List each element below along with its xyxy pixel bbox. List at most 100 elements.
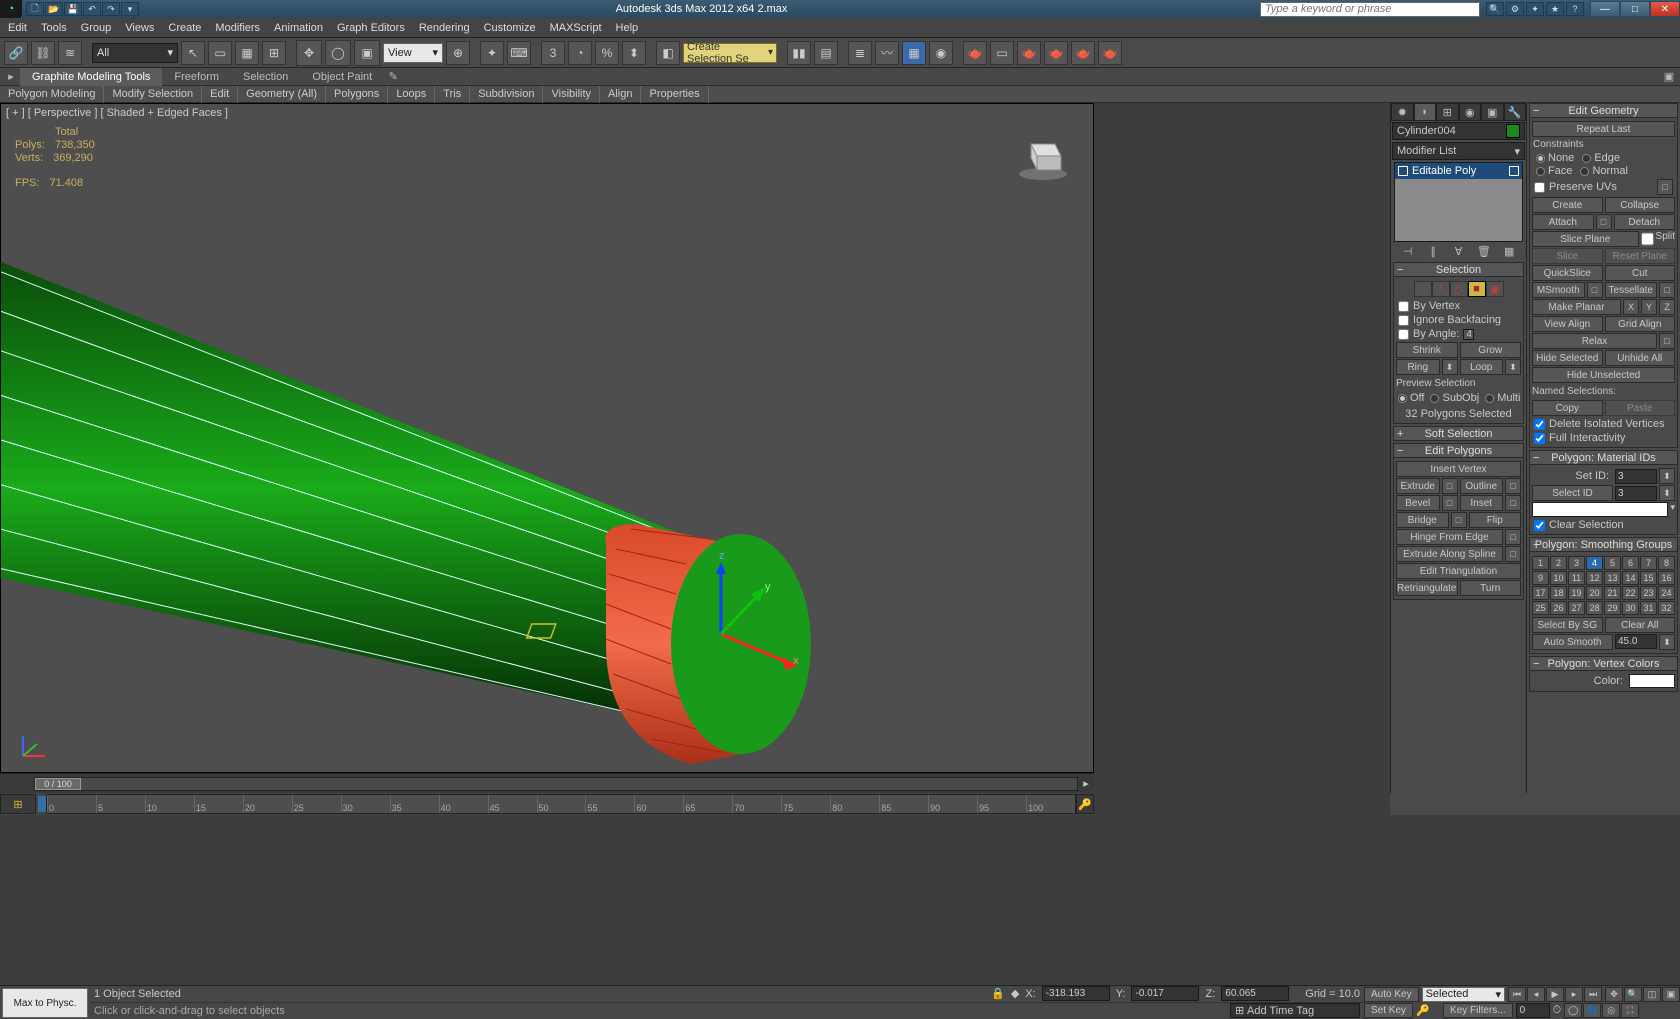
by-angle-field[interactable] — [1463, 329, 1474, 340]
set-id-spin-icon[interactable]: ⬍ — [1659, 468, 1675, 484]
bridge-button[interactable]: Bridge — [1396, 512, 1449, 528]
keymode-icon[interactable]: ⌨ — [507, 41, 531, 65]
sg-7[interactable]: 7 — [1640, 556, 1657, 570]
sg-26[interactable]: 26 — [1550, 601, 1567, 615]
qat-redo-icon[interactable]: ↷ — [102, 2, 120, 16]
sg-16[interactable]: 16 — [1658, 571, 1675, 585]
sg-32[interactable]: 32 — [1658, 601, 1675, 615]
bridge-settings-icon[interactable]: □ — [1451, 512, 1467, 528]
render-preset-icon[interactable]: 🫖 — [1098, 41, 1122, 65]
nav-dolly-icon[interactable]: ◎ — [1602, 1003, 1620, 1018]
subscription-icon[interactable]: ⚙ — [1506, 2, 1524, 16]
constraint-edge-radio[interactable]: Edge — [1582, 152, 1620, 164]
rpanel-polymodel[interactable]: Polygon Modeling — [0, 86, 104, 103]
minimize-button[interactable]: — — [1590, 1, 1620, 17]
quickslice-button[interactable]: QuickSlice — [1532, 265, 1603, 281]
attach-button[interactable]: Attach — [1532, 214, 1594, 230]
hide-unselected-button[interactable]: Hide Unselected — [1532, 367, 1675, 383]
set-key-button[interactable]: Set Key — [1364, 1003, 1413, 1018]
nav-walk-icon[interactable]: 👣 — [1583, 1003, 1601, 1018]
hide-selected-button[interactable]: Hide Selected — [1532, 350, 1603, 366]
subobj-border-icon[interactable]: ◇ — [1450, 281, 1468, 297]
sg-20[interactable]: 20 — [1586, 586, 1603, 600]
sg-31[interactable]: 31 — [1640, 601, 1657, 615]
sg-27[interactable]: 27 — [1568, 601, 1585, 615]
select-manip-icon[interactable]: ✦ — [480, 41, 504, 65]
rollout-matids-header[interactable]: −Polygon: Material IDs — [1529, 450, 1678, 465]
ignore-backfacing-check[interactable] — [1398, 315, 1409, 326]
paste-sel-button[interactable]: Paste — [1605, 400, 1676, 416]
shrink-button[interactable]: Shrink — [1396, 342, 1458, 358]
sg-10[interactable]: 10 — [1550, 571, 1567, 585]
ring-button[interactable]: Ring — [1396, 359, 1440, 375]
ribbon-expand-icon[interactable]: ▸ — [2, 69, 20, 85]
bind-icon[interactable]: ≋ — [58, 41, 82, 65]
preserve-uv-check[interactable] — [1534, 182, 1545, 193]
next-frame-icon[interactable]: ▸ — [1565, 987, 1583, 1002]
rollout-editgeom-header[interactable]: −Edit Geometry — [1529, 103, 1678, 118]
mirror-icon[interactable]: ▮▮ — [787, 41, 811, 65]
outline-button[interactable]: Outline — [1460, 478, 1504, 494]
sg-24[interactable]: 24 — [1658, 586, 1675, 600]
time-config-icon[interactable]: ⏱ — [1553, 1004, 1562, 1017]
cut-button[interactable]: Cut — [1605, 265, 1676, 281]
outline-settings-icon[interactable]: □ — [1505, 478, 1521, 494]
viewcube-icon[interactable] — [1013, 124, 1073, 184]
add-time-tag[interactable]: ⊞ Add Time Tag — [1230, 1003, 1360, 1018]
ribbon-tab-graphite[interactable]: Graphite Modeling Tools — [20, 68, 162, 86]
x-coord-field[interactable] — [1042, 986, 1110, 1001]
selection-filter-dropdown[interactable]: All▾ — [92, 43, 178, 63]
copy-sel-button[interactable]: Copy — [1532, 400, 1603, 416]
select-by-sg-button[interactable]: Select By SG — [1532, 617, 1603, 633]
key-mode-icon[interactable]: 🔑 — [1076, 794, 1094, 814]
attach-list-icon[interactable]: □ — [1596, 214, 1612, 230]
bevel-settings-icon[interactable]: □ — [1442, 495, 1458, 511]
grow-button[interactable]: Grow — [1460, 342, 1522, 358]
schematic-icon[interactable]: ▦ — [902, 41, 926, 65]
move-icon[interactable]: ✥ — [296, 40, 322, 66]
rpanel-subdiv[interactable]: Subdivision — [470, 86, 543, 103]
remove-mod-icon[interactable]: 🗑 — [1477, 244, 1491, 258]
nav-max-icon[interactable]: ⛶ — [1621, 1003, 1639, 1018]
ring-spin-icon[interactable]: ⬍ — [1442, 359, 1458, 375]
sg-9[interactable]: 9 — [1532, 571, 1549, 585]
inset-settings-icon[interactable]: □ — [1505, 495, 1521, 511]
by-vertex-check[interactable] — [1398, 301, 1409, 312]
tab-create-icon[interactable]: ✹ — [1391, 103, 1414, 121]
grid-align-button[interactable]: Grid Align — [1605, 316, 1676, 332]
viewport-label[interactable]: [ + ] [ Perspective ] [ Shaded + Edged F… — [6, 107, 228, 119]
qat-save-icon[interactable]: 💾 — [64, 2, 82, 16]
set-key-big-icon[interactable]: 🔑 — [1416, 1004, 1440, 1017]
select-id-field[interactable] — [1615, 486, 1657, 501]
sg-19[interactable]: 19 — [1568, 586, 1585, 600]
msmooth-button[interactable]: MSmooth — [1532, 282, 1585, 298]
timeline-ruler[interactable]: 0510152025303540455055606570758085909510… — [46, 794, 1076, 814]
sg-25[interactable]: 25 — [1532, 601, 1549, 615]
z-coord-field[interactable] — [1221, 986, 1289, 1001]
modifier-stack[interactable]: Editable Poly — [1394, 162, 1523, 242]
render-active-icon[interactable]: 🫖 — [1071, 41, 1095, 65]
extrude-spline-settings-icon[interactable]: □ — [1505, 546, 1521, 562]
menu-help[interactable]: Help — [616, 22, 639, 34]
repeat-last-button[interactable]: Repeat Last — [1532, 121, 1675, 137]
rpanel-visibility[interactable]: Visibility — [543, 86, 600, 103]
modifier-list-dropdown[interactable]: Modifier List▾ — [1392, 142, 1525, 160]
delete-iso-check[interactable] — [1534, 419, 1545, 430]
app-icon[interactable]: ◔ — [0, 0, 22, 18]
ribbon-tab-objectpaint[interactable]: Object Paint — [300, 68, 384, 86]
insert-vertex-button[interactable]: Insert Vertex — [1396, 461, 1521, 477]
sg-1[interactable]: 1 — [1532, 556, 1549, 570]
sg-8[interactable]: 8 — [1658, 556, 1675, 570]
percent-snap-icon[interactable]: % — [595, 41, 619, 65]
angle-snap-icon[interactable]: ◔ — [568, 41, 592, 65]
prev-frame-icon[interactable]: ◂ — [1527, 987, 1545, 1002]
rollout-vcolors-header[interactable]: −Polygon: Vertex Colors — [1529, 656, 1678, 671]
preserve-uv-settings-icon[interactable]: □ — [1657, 179, 1673, 195]
relax-button[interactable]: Relax — [1532, 333, 1657, 349]
preview-off-radio[interactable]: Off — [1398, 392, 1424, 404]
tab-hierarchy-icon[interactable]: ⊞ — [1436, 103, 1459, 121]
favorites-icon[interactable]: ★ — [1546, 2, 1564, 16]
slice-plane-button[interactable]: Slice Plane — [1532, 231, 1639, 247]
extrude-spline-button[interactable]: Extrude Along Spline — [1396, 546, 1503, 562]
tab-display-icon[interactable]: ▣ — [1481, 103, 1504, 121]
